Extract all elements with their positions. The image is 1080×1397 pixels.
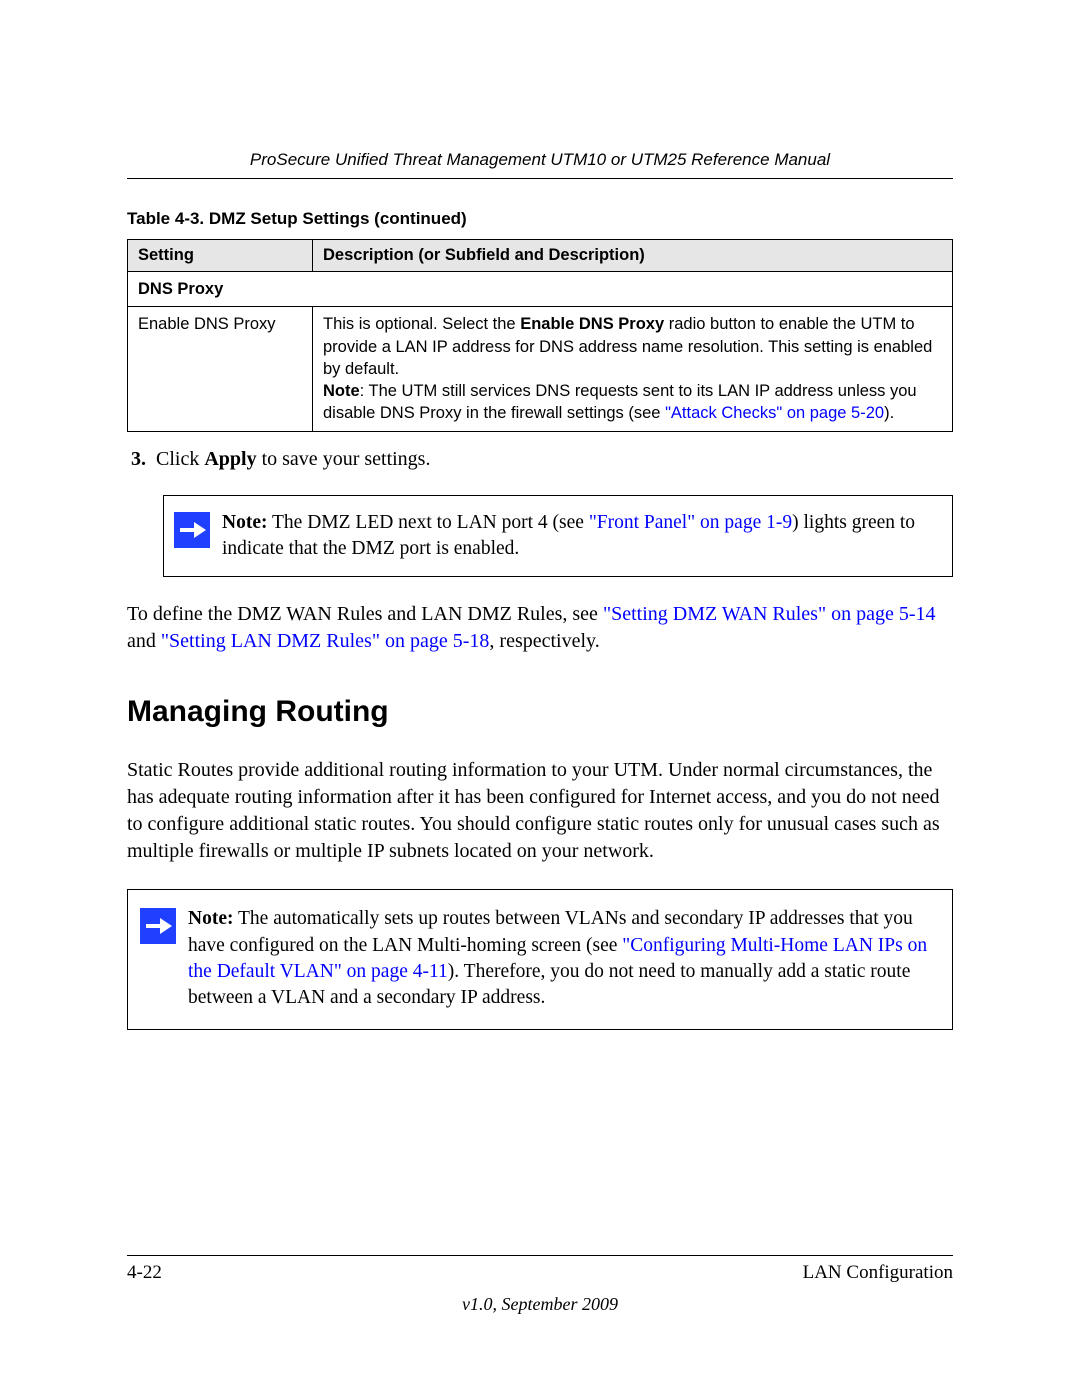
table-caption: Table 4-3. DMZ Setup Settings (continued…	[127, 209, 953, 229]
dmz-post: , respectively.	[489, 630, 599, 652]
step-bold: Apply	[204, 448, 256, 470]
dmz-pre: To define the DMZ WAN Rules and LAN DMZ …	[127, 603, 603, 625]
section-header: DNS Proxy	[128, 272, 953, 307]
step-3: 3. Click Apply to save your settings.	[131, 448, 953, 471]
description-cell: This is optional. Select the Enable DNS …	[313, 307, 953, 431]
setting-cell: Enable DNS Proxy	[128, 307, 313, 431]
arrow-right-icon	[174, 512, 210, 548]
page-number: 4-22	[127, 1262, 162, 1284]
note2-label: Note:	[188, 908, 233, 929]
note-label: Note:	[222, 512, 267, 533]
col-header-setting: Setting	[128, 240, 313, 272]
note-link[interactable]: "Attack Checks" on page 5-20	[665, 404, 884, 422]
link-dmz-wan-rules[interactable]: "Setting DMZ WAN Rules" on page 5-14	[603, 603, 936, 625]
note-box-1: Note: The DMZ LED next to LAN port 4 (se…	[163, 495, 953, 578]
version-line: v1.0, September 2009	[127, 1294, 953, 1315]
note2-text-content: Note: The automatically sets up routes b…	[188, 906, 932, 1011]
settings-table: Setting Description (or Subfield and Des…	[127, 239, 953, 432]
table-row: Enable DNS Proxy This is optional. Selec…	[128, 307, 953, 431]
note-box-2: Note: The automatically sets up routes b…	[127, 889, 953, 1030]
section-name: LAN Configuration	[803, 1262, 953, 1284]
dmz-mid: and	[127, 630, 161, 652]
note-label: Note	[323, 382, 360, 400]
desc-text: This is optional. Select the	[323, 315, 520, 333]
running-header: ProSecure Unified Threat Management UTM1…	[127, 150, 953, 179]
desc-bold: Enable DNS Proxy	[520, 315, 664, 333]
arrow-right-icon	[140, 908, 176, 944]
section-heading: Managing Routing	[127, 695, 953, 729]
note-after: ).	[884, 404, 894, 422]
note-link-front-panel[interactable]: "Front Panel" on page 1-9	[589, 512, 792, 533]
link-lan-dmz-rules[interactable]: "Setting LAN DMZ Rules" on page 5-18	[161, 630, 490, 652]
step-number: 3.	[131, 448, 146, 470]
page-footer: 4-22 LAN Configuration v1.0, September 2…	[127, 1255, 953, 1315]
section-header-row: DNS Proxy	[128, 272, 953, 307]
note-pre: The DMZ LED next to LAN port 4 (see	[267, 512, 588, 533]
dmz-rules-para: To define the DMZ WAN Rules and LAN DMZ …	[127, 601, 953, 655]
note-text-content: Note: The DMZ LED next to LAN port 4 (se…	[222, 510, 934, 563]
routing-para: Static Routes provide additional routing…	[127, 757, 953, 865]
col-header-description: Description (or Subfield and Description…	[313, 240, 953, 272]
step-post: to save your settings.	[257, 448, 431, 470]
step-pre: Click	[156, 448, 204, 470]
